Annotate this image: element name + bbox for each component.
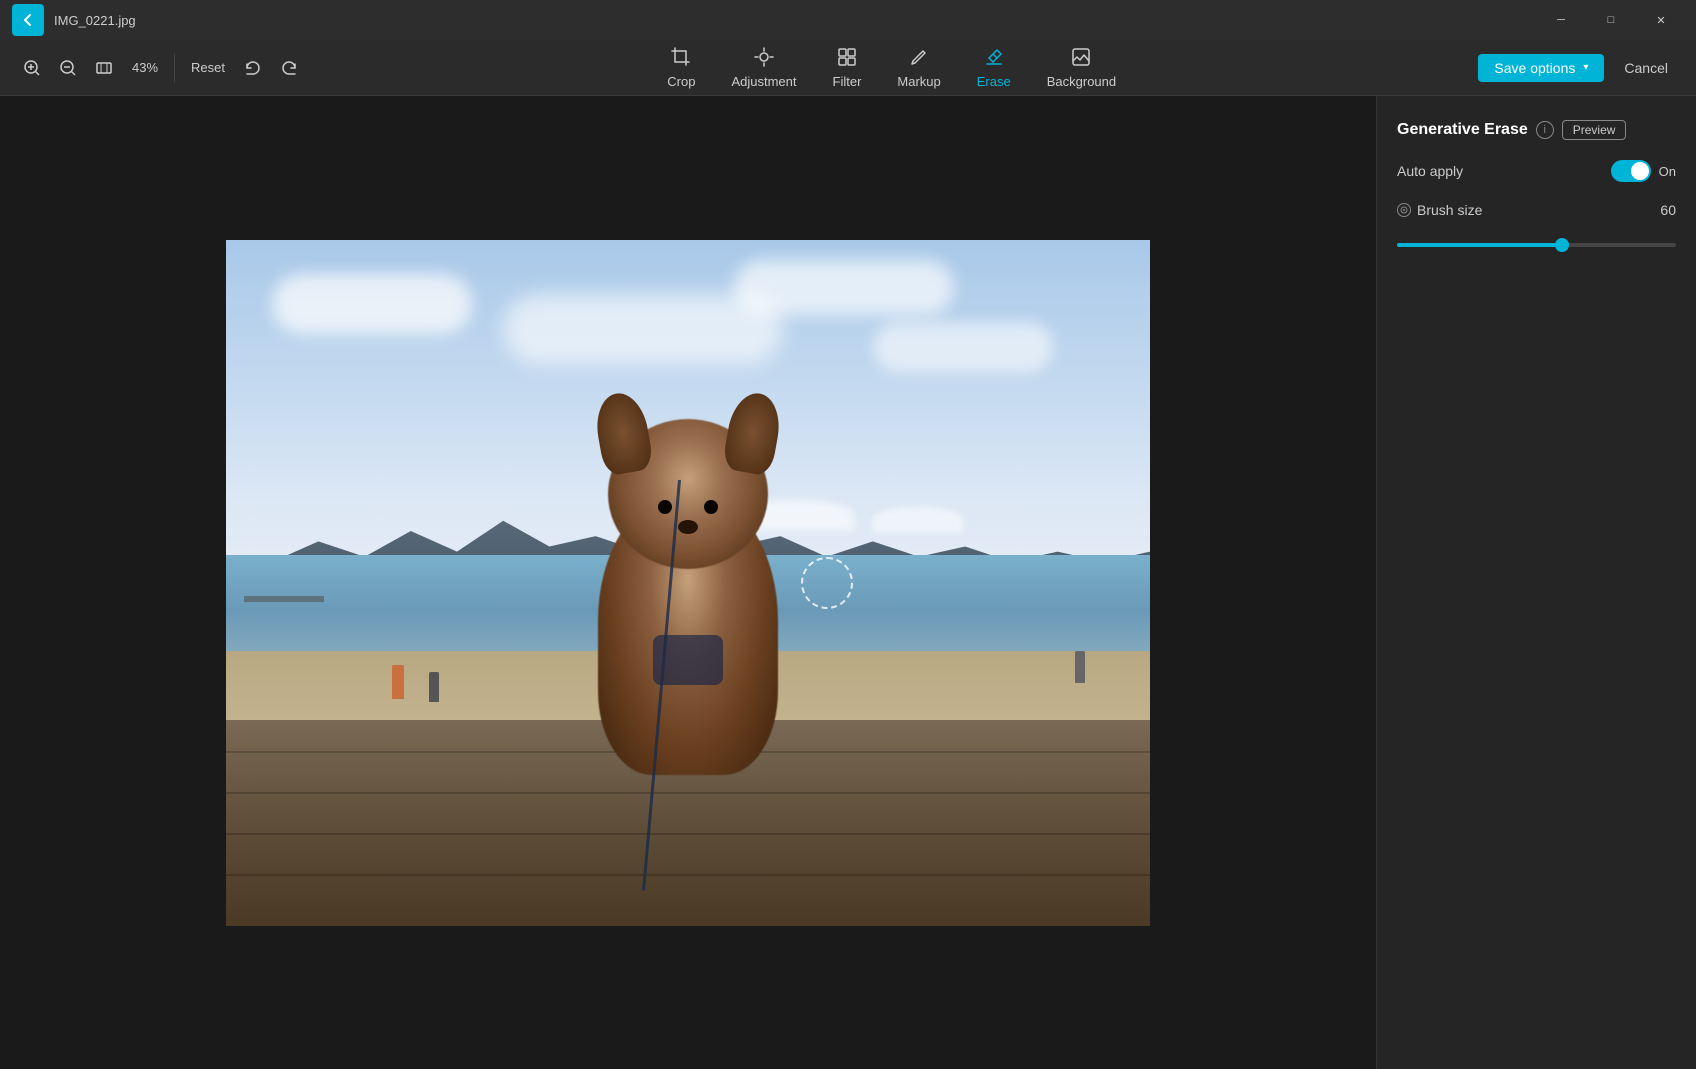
pier — [244, 596, 324, 602]
photo-canvas[interactable] — [226, 240, 1150, 926]
toolbar-right: Save options ▾ Cancel — [1478, 54, 1680, 82]
preview-button[interactable]: Preview — [1562, 120, 1627, 140]
brush-size-slider[interactable] — [1397, 243, 1676, 247]
zoom-level: 43% — [124, 60, 166, 75]
background-icon — [1071, 47, 1091, 72]
canvas-area[interactable] — [0, 96, 1376, 1069]
back-button[interactable] — [12, 4, 44, 36]
zoom-out-button[interactable] — [52, 52, 84, 84]
tool-markup[interactable]: Markup — [881, 43, 956, 93]
panel-title: Generative Erase — [1397, 121, 1528, 139]
redo-button[interactable] — [273, 52, 305, 84]
reset-button[interactable]: Reset — [183, 56, 233, 79]
erase-icon — [984, 47, 1004, 72]
brush-size-value: 60 — [1660, 202, 1676, 218]
person-silhouette-3 — [1075, 651, 1085, 683]
dog-eye-right — [704, 500, 718, 514]
person-silhouette-1 — [392, 665, 404, 699]
toolbar-center: Crop Adjustment Filter — [313, 43, 1470, 93]
dog-nose — [678, 520, 698, 534]
wood-plank-3 — [226, 833, 1150, 835]
harness — [653, 635, 723, 685]
toggle-state-label: On — [1659, 164, 1676, 179]
tool-crop[interactable]: Crop — [651, 43, 711, 93]
filter-label: Filter — [833, 74, 862, 89]
tool-erase[interactable]: Erase — [961, 43, 1027, 93]
adjustment-label: Adjustment — [731, 74, 796, 89]
cloud-3 — [734, 260, 954, 315]
panel-header: Generative Erase i Preview — [1397, 120, 1676, 140]
brush-size-section: Brush size 60 — [1397, 202, 1676, 256]
markup-icon — [909, 47, 929, 72]
crop-label: Crop — [667, 74, 695, 89]
toggle-container: On — [1611, 160, 1676, 182]
chevron-down-icon: ▾ — [1583, 62, 1588, 73]
fit-screen-button[interactable] — [88, 52, 120, 84]
titlebar: IMG_0221.jpg ─ □ ✕ — [0, 0, 1696, 40]
cloud-4 — [873, 322, 1053, 372]
minimize-button[interactable]: ─ — [1538, 4, 1584, 36]
dog-eye-left — [658, 500, 672, 514]
auto-apply-label: Auto apply — [1397, 163, 1463, 179]
maximize-button[interactable]: □ — [1588, 4, 1634, 36]
zoom-in-button[interactable] — [16, 52, 48, 84]
info-icon[interactable]: i — [1536, 121, 1554, 139]
close-button[interactable]: ✕ — [1638, 4, 1684, 36]
tool-filter[interactable]: Filter — [817, 43, 878, 93]
crop-icon — [671, 47, 691, 72]
right-panel: Generative Erase i Preview Auto apply On — [1376, 96, 1696, 1069]
tool-adjustment[interactable]: Adjustment — [715, 43, 812, 93]
erase-label: Erase — [977, 74, 1011, 89]
toolbar: 43% Reset Crop — [0, 40, 1696, 96]
tool-background[interactable]: Background — [1031, 43, 1132, 93]
undo-button[interactable] — [237, 52, 269, 84]
person-silhouette-2 — [429, 672, 439, 702]
auto-apply-row: Auto apply On — [1397, 160, 1676, 182]
save-options-button[interactable]: Save options ▾ — [1478, 54, 1604, 82]
save-options-label: Save options — [1494, 60, 1575, 76]
auto-apply-toggle[interactable] — [1611, 160, 1651, 182]
window-controls: ─ □ ✕ — [1538, 4, 1684, 36]
slider-container — [1397, 230, 1676, 256]
toolbar-divider-1 — [174, 54, 175, 82]
window-title: IMG_0221.jpg — [54, 13, 1538, 28]
toolbar-left: 43% Reset — [16, 52, 305, 84]
cancel-button[interactable]: Cancel — [1612, 54, 1680, 82]
cloud-1 — [272, 274, 472, 334]
brush-size-row: Brush size 60 — [1397, 202, 1676, 218]
brush-size-text: Brush size — [1417, 202, 1482, 218]
markup-label: Markup — [897, 74, 940, 89]
adjustment-icon — [754, 47, 774, 72]
toggle-knob — [1631, 162, 1649, 180]
filter-icon — [837, 47, 857, 72]
snow-2 — [873, 507, 963, 532]
brush-icon — [1397, 203, 1411, 217]
main-content: Generative Erase i Preview Auto apply On — [0, 96, 1696, 1069]
background-label: Background — [1047, 74, 1116, 89]
wood-plank-2 — [226, 792, 1150, 794]
wood-plank-4 — [226, 874, 1150, 876]
brush-size-label-container: Brush size — [1397, 202, 1482, 218]
